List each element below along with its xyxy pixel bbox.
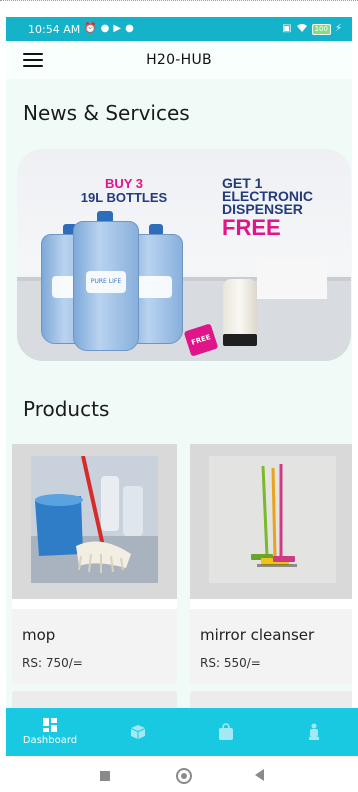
product-price: RS: 550/= xyxy=(200,656,261,670)
bottle-label-center: PURE LIFE xyxy=(85,270,127,293)
news-heading: News & Services xyxy=(23,101,190,125)
home-button[interactable] xyxy=(176,768,192,784)
battery-icon: 100 xyxy=(311,23,331,35)
main-content[interactable]: News & Services BUY 3 19L BOTTLES GET 1 … xyxy=(6,79,352,709)
water-bottle-center: PURE LIFE xyxy=(73,221,139,351)
card-divider xyxy=(12,599,177,609)
delivery-icon xyxy=(309,723,319,740)
play-icon: ▶ xyxy=(113,23,122,34)
product-card-peek[interactable] xyxy=(190,691,352,709)
status-bar: 10:54 AM ⏰ ● ▶ ● ▣ 100 ⚡ xyxy=(6,17,352,41)
cast-icon: ● xyxy=(125,23,134,34)
recents-button[interactable] xyxy=(100,771,110,781)
nav-orders[interactable] xyxy=(182,708,270,756)
back-button[interactable] xyxy=(255,769,264,781)
dashboard-icon xyxy=(43,718,57,732)
notification-icon: ● xyxy=(100,23,110,34)
banner-right-line4: FREE xyxy=(222,215,281,240)
product-card-mirror-cleanser[interactable]: mirror cleanser RS: 550/= xyxy=(190,444,352,684)
nav-delivery[interactable] xyxy=(270,708,358,756)
banner-offer-right: GET 1 ELECTRONIC DISPENSER FREE xyxy=(222,176,347,240)
product-card-peek[interactable] xyxy=(12,691,177,709)
dispenser-base xyxy=(223,334,257,346)
mop-image xyxy=(31,456,158,583)
shopping-bag-icon xyxy=(219,723,233,740)
products-heading: Products xyxy=(23,397,110,421)
banner-offer-left: BUY 3 19L BOTTLES xyxy=(69,177,179,205)
electronic-dispenser xyxy=(223,279,257,341)
banner-left-line2: 19L BOTTLES xyxy=(80,190,168,205)
alarm-icon: ⏰ xyxy=(84,23,97,34)
nav-dashboard-label: Dashboard xyxy=(22,735,78,746)
box-icon xyxy=(131,725,145,739)
product-name: mirror cleanser xyxy=(200,626,315,644)
charging-icon: ⚡ xyxy=(334,23,342,34)
product-name: mop xyxy=(22,626,56,644)
product-price: RS: 750/= xyxy=(22,656,83,670)
card-divider xyxy=(190,599,352,609)
status-time: 10:54 AM xyxy=(28,22,81,36)
promo-banner[interactable]: BUY 3 19L BOTTLES GET 1 ELECTRONIC DISPE… xyxy=(17,149,351,361)
product-image-frame xyxy=(12,444,177,599)
system-navigation-bar xyxy=(0,756,358,792)
product-image-frame xyxy=(190,444,352,599)
nav-products[interactable] xyxy=(94,708,182,756)
wifi-icon xyxy=(296,23,308,36)
mirror-cleanser-image xyxy=(209,456,336,583)
app-title: H20-HUB xyxy=(146,52,212,68)
sim-icon: ▣ xyxy=(282,23,292,34)
banner-left-line1: BUY 3 xyxy=(104,176,144,191)
top-divider xyxy=(0,0,358,8)
nav-dashboard[interactable]: Dashboard xyxy=(6,708,94,756)
app-bar: H20-HUB xyxy=(6,41,352,79)
product-card-mop[interactable]: mop RS: 750/= xyxy=(12,444,177,684)
bottle-label-right xyxy=(136,276,172,299)
bottom-navigation: Dashboard xyxy=(6,708,358,756)
